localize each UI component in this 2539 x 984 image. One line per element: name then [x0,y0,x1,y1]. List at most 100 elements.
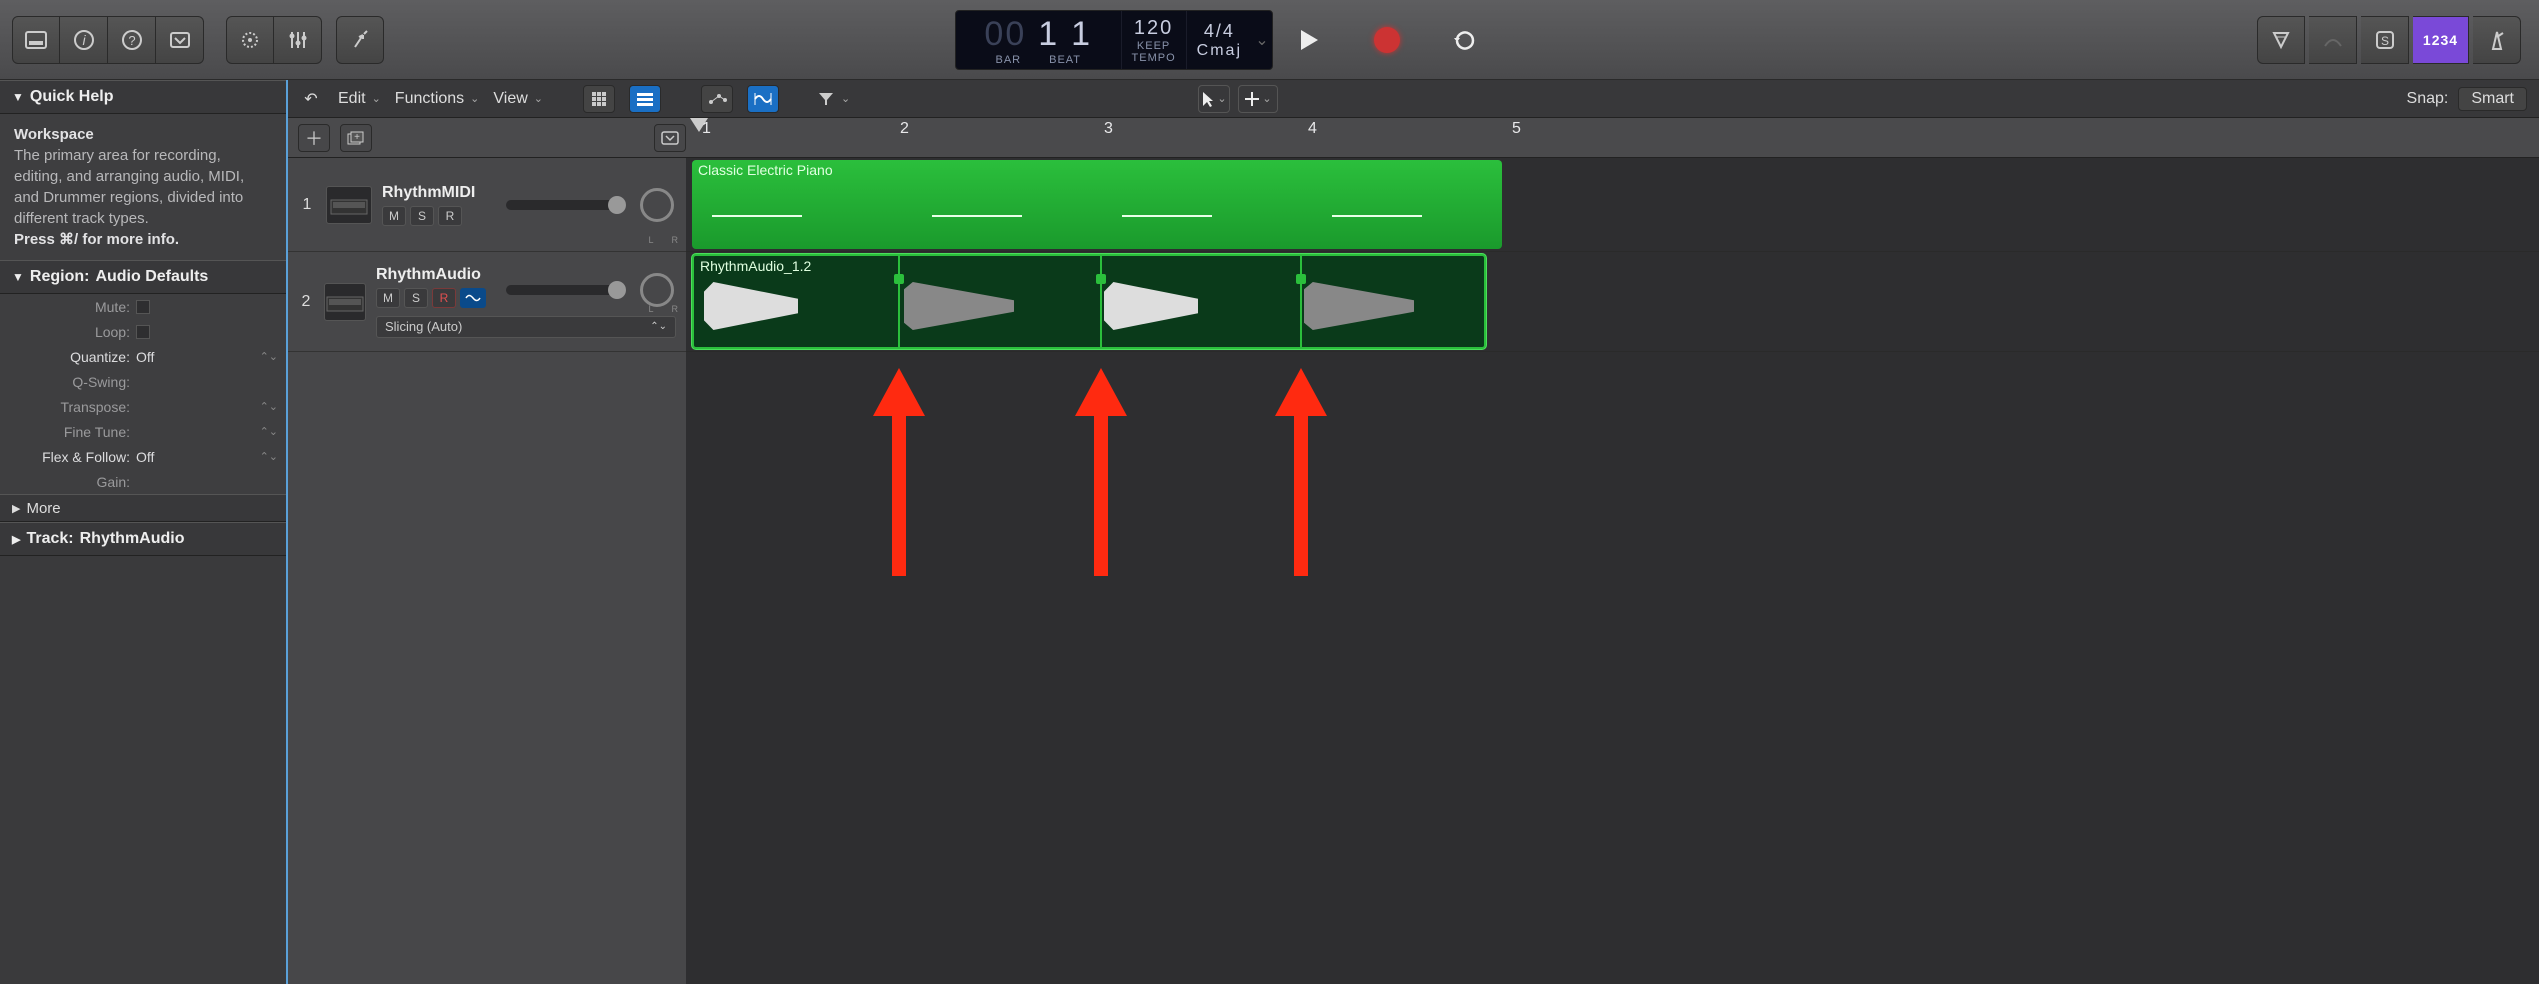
region-flexfollow-label: Flex & Follow: [0,449,130,465]
stepper-icon[interactable]: ⌃⌄ [260,400,278,413]
midi-region[interactable]: Classic Electric Piano [692,160,1502,249]
ruler[interactable]: 1 2 3 4 5 [686,118,2539,157]
transient-marker[interactable] [898,256,900,347]
functions-menu[interactable]: Functions⌄ [395,90,480,108]
volume-slider[interactable] [506,200,626,210]
svg-text:S: S [2380,34,2388,48]
pointer-tool[interactable]: ⌄ [1198,85,1230,113]
lcd-key: Cmaj [1197,42,1242,60]
back-button[interactable]: ↶ [298,85,324,113]
list-view-button[interactable] [629,85,661,113]
region-panel-header[interactable]: ▼ Region: Audio Defaults [0,260,286,294]
mute-button[interactable]: M [376,288,400,308]
transient-marker[interactable] [1300,256,1302,347]
duplicate-track-button[interactable]: + [340,124,372,152]
quick-help-title: Quick Help [30,88,114,106]
smart-controls-button[interactable] [226,16,274,64]
region-gain-label: Gain: [0,474,130,490]
mute-button[interactable]: M [382,206,406,226]
region-quantize-value[interactable]: Off [136,349,254,365]
ruler-bar-4: 4 [1308,120,1317,138]
quick-help-body: Workspace The primary area for recording… [0,114,286,260]
lcd-tempo-label: TEMPO [1132,52,1176,64]
svg-text:?: ? [128,33,135,48]
solo-button[interactable]: S [404,288,428,308]
track-name[interactable]: RhythmAudio [376,266,676,284]
transient-marker[interactable] [1100,256,1102,347]
edit-menu[interactable]: Edit⌄ [338,90,381,108]
lcd-tempo: 120 [1134,17,1173,40]
play-button[interactable] [1279,18,1339,62]
flex-enable-button[interactable] [460,288,486,308]
lcd-tempo-sub: KEEP [1137,40,1170,52]
master-volume-button[interactable] [2257,16,2305,64]
svg-text:i: i [82,32,86,48]
stepper-icon[interactable]: ⌃⌄ [260,425,278,438]
solo-button[interactable]: S [2361,16,2409,64]
lcd-bar-prefix: 00 [984,15,1026,54]
filter-button[interactable]: ⌄ [817,91,850,107]
lcd-timesig: 4/4 [1204,21,1235,42]
pan-knob[interactable] [640,188,674,222]
region-flexfollow-value[interactable]: Off [136,449,254,465]
region-title: RhythmAudio_1.2 [700,258,811,274]
stepper-icon[interactable]: ⌃⌄ [260,450,278,463]
track-panel-header[interactable]: ▶ Track: RhythmAudio [0,522,286,556]
lcd-bar: 1 [1038,15,1059,54]
quick-help-header[interactable]: ▼ Quick Help [0,80,286,114]
flex-button[interactable] [747,85,779,113]
secondary-tool[interactable]: ⌄ [1238,85,1278,113]
region-more-toggle[interactable]: ▶ More [0,494,286,522]
svg-text:+: + [354,132,360,143]
ruler-bar-2: 2 [900,120,909,138]
snap-value[interactable]: Smart [2458,87,2527,111]
region-panel-value: Audio Defaults [95,268,208,286]
track-header-1[interactable]: 1 RhythmMIDI M S R LR [288,158,686,252]
add-track-button[interactable]: ＋ [298,124,330,152]
record-enable-button[interactable]: R [432,288,456,308]
region-quantize-label: Quantize: [0,349,130,365]
solo-button[interactable]: S [410,206,434,226]
region-loop-checkbox[interactable] [136,325,150,339]
instrument-icon[interactable] [326,186,372,224]
region-mute-checkbox[interactable] [136,300,150,314]
lcd-dropdown[interactable]: ⌄ [1252,11,1272,69]
count-in-button[interactable]: 1234 [2413,16,2469,64]
help-button[interactable]: ? [108,16,156,64]
global-tracks-button[interactable] [654,124,686,152]
record-enable-button[interactable]: R [438,206,462,226]
cycle-button[interactable] [1435,18,1495,62]
annotation-arrow [1284,368,1318,576]
region-title: Classic Electric Piano [698,162,833,178]
info-button[interactable]: i [60,16,108,64]
metronome-button[interactable] [2473,16,2521,64]
automation-button[interactable] [701,85,733,113]
region-panel-prefix: Region: [30,268,90,286]
flex-mode-select[interactable]: Slicing (Auto)⌃⌄ [376,316,676,338]
grid-view-button[interactable] [583,85,615,113]
quick-help-subject: Workspace [14,126,94,143]
volume-slider[interactable] [506,285,626,295]
tuner-button[interactable] [2309,16,2357,64]
snap-label: Snap: [2407,90,2449,108]
track-number: 2 [298,293,314,311]
stepper-icon[interactable]: ⌃⌄ [260,350,278,363]
library-button[interactable] [12,16,60,64]
audio-region[interactable]: RhythmAudio_1.2 [692,254,1486,349]
lcd-display[interactable]: 00 1 1 BAR BEAT 120 KEEP TEMPO 4/4 Cmaj … [955,10,1273,70]
pan-knob[interactable] [640,273,674,307]
ruler-bar-5: 5 [1512,120,1521,138]
toolbar-button[interactable] [156,16,204,64]
view-menu[interactable]: View⌄ [493,90,543,108]
chevron-down-icon: ▼ [12,270,24,284]
region-transpose-label: Transpose: [0,399,130,415]
record-button[interactable] [1357,18,1417,62]
track-name[interactable]: RhythmMIDI [382,184,475,202]
mixer-button[interactable] [274,16,322,64]
instrument-icon[interactable] [324,283,366,321]
quick-help-text: The primary area for recording, editing,… [14,147,244,227]
annotation-arrow [882,368,916,576]
track-header-2[interactable]: 2 RhythmAudio M S R Slicing (Auto)⌃⌄ [288,252,686,352]
chevron-right-icon: ▶ [12,502,20,515]
editors-button[interactable] [336,16,384,64]
